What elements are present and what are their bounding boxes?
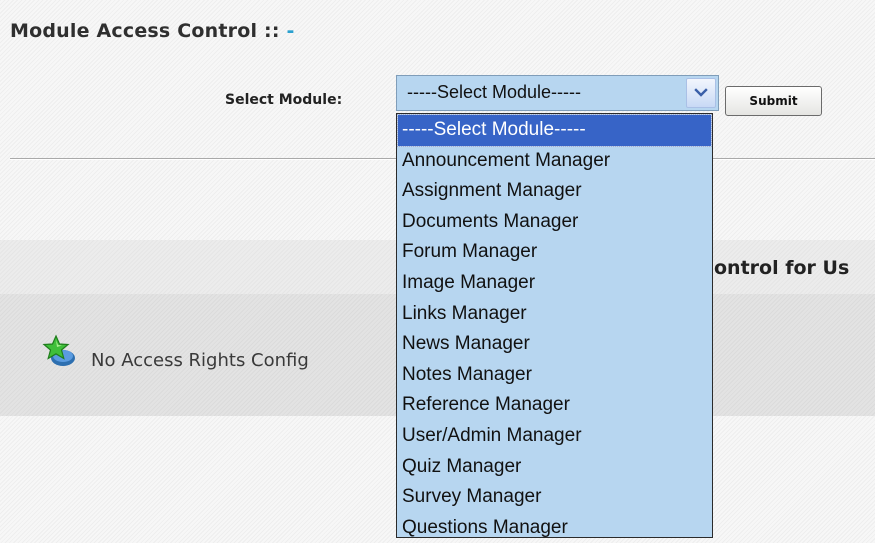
page-title: Module Access Control :: - xyxy=(10,20,295,42)
title-suffix: - xyxy=(286,20,295,42)
submit-button[interactable]: Submit xyxy=(725,86,822,116)
option-user-admin-manager[interactable]: User/Admin Manager xyxy=(397,421,712,452)
option-survey-manager[interactable]: Survey Manager xyxy=(397,482,712,513)
select-module-label: Select Module: xyxy=(225,92,343,108)
option-quiz-manager[interactable]: Quiz Manager xyxy=(397,452,712,483)
option-reference-manager[interactable]: Reference Manager xyxy=(397,390,712,421)
module-select-value: -----Select Module----- xyxy=(407,82,582,102)
option-forum-manager[interactable]: Forum Manager xyxy=(397,237,712,268)
module-select[interactable]: -----Select Module----- xyxy=(396,75,719,111)
dropdown-arrow-button[interactable] xyxy=(686,78,716,108)
option-notes-manager[interactable]: Notes Manager xyxy=(397,360,712,391)
title-separator: :: xyxy=(264,20,280,42)
chevron-down-icon xyxy=(694,88,708,97)
option-announcement-manager[interactable]: Announcement Manager xyxy=(397,146,712,177)
option-documents-manager[interactable]: Documents Manager xyxy=(397,207,712,238)
green-star-icon xyxy=(42,334,75,366)
option-select-module[interactable]: -----Select Module----- xyxy=(397,114,712,147)
option-links-manager[interactable]: Links Manager xyxy=(397,299,712,330)
no-access-message: No Access Rights Config xyxy=(91,350,309,371)
option-questions-manager[interactable]: Questions Manager xyxy=(397,513,712,543)
option-image-manager[interactable]: Image Manager xyxy=(397,268,712,299)
section-title: ontrol for Us xyxy=(714,257,850,279)
option-news-manager[interactable]: News Manager xyxy=(397,329,712,360)
page-title-text: Module Access Control xyxy=(10,20,258,42)
option-assignment-manager[interactable]: Assignment Manager xyxy=(397,176,712,207)
module-dropdown-list[interactable]: -----Select Module----- Announcement Man… xyxy=(396,113,713,538)
